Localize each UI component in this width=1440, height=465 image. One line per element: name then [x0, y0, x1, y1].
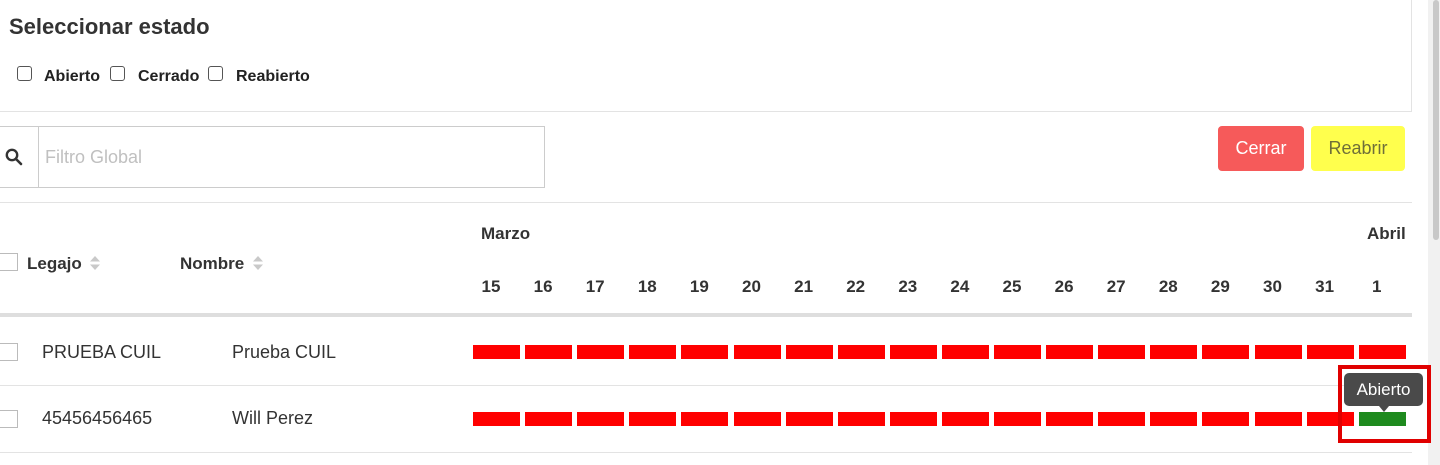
cell-legajo: 45456456465 [42, 408, 153, 428]
sort-nombre-icon[interactable] [252, 255, 264, 271]
status-segment-closed[interactable] [629, 412, 677, 426]
status-segment-closed[interactable] [941, 345, 989, 359]
cell-nombre: Will Perez [232, 408, 314, 428]
status-segment-closed[interactable] [1046, 412, 1094, 426]
day-header: 22 [846, 277, 866, 296]
status-segment-closed[interactable] [785, 345, 833, 359]
day-header: 19 [689, 277, 709, 296]
status-segment-closed[interactable] [1046, 345, 1094, 359]
month-label-marzo: Marzo [481, 224, 531, 243]
status-segment-closed[interactable] [837, 412, 885, 426]
header-bottom-border [0, 313, 1412, 317]
checkbox-label-abierto: Abierto [44, 68, 100, 85]
status-segment-closed[interactable] [525, 345, 573, 359]
status-segment-closed[interactable] [1202, 412, 1250, 426]
status-segment-closed[interactable] [577, 345, 625, 359]
status-title: Seleccionar estado [9, 14, 210, 39]
status-segment-closed[interactable] [629, 345, 677, 359]
status-segment-closed[interactable] [941, 412, 989, 426]
status-segment-closed[interactable] [1150, 345, 1198, 359]
checkbox-cerrado[interactable] [110, 66, 125, 81]
status-tooltip: Abierto [1344, 373, 1423, 406]
status-segment-closed[interactable] [1098, 412, 1146, 426]
status-segment-closed[interactable] [473, 412, 520, 426]
close-button[interactable]: Cerrar [1218, 126, 1304, 171]
status-segment-closed[interactable] [681, 345, 729, 359]
day-header: 31 [1315, 277, 1335, 296]
day-header: 23 [898, 277, 918, 296]
status-segment-closed[interactable] [1306, 345, 1354, 359]
status-segment-closed[interactable] [525, 412, 573, 426]
status-segment-closed[interactable] [1202, 345, 1250, 359]
status-segment-closed[interactable] [994, 345, 1041, 359]
tooltip-arrow [1379, 406, 1389, 412]
day-header: 26 [1054, 277, 1074, 296]
day-header: 1 [1371, 277, 1382, 296]
page: Seleccionar estado Abierto Cerrado Reabi… [0, 0, 1440, 465]
day-header: 21 [794, 277, 814, 296]
day-header: 29 [1210, 277, 1230, 296]
status-segment-closed[interactable] [1098, 345, 1146, 359]
select-all-checkbox[interactable] [0, 253, 18, 271]
day-header: 18 [637, 277, 657, 296]
status-segment-closed[interactable] [889, 345, 937, 359]
row-divider [0, 452, 1412, 453]
day-header: 25 [1002, 277, 1022, 296]
checkbox-label-reabierto: Reabierto [236, 68, 310, 85]
status-segment-closed[interactable] [994, 412, 1041, 426]
status-segment-closed[interactable] [1254, 345, 1302, 359]
checkbox-label-cerrado: Cerrado [138, 68, 200, 85]
day-header: 27 [1106, 277, 1126, 296]
status-segment-closed[interactable] [733, 345, 781, 359]
status-segment-closed[interactable] [577, 412, 625, 426]
day-header: 17 [585, 277, 605, 296]
status-segment-closed[interactable] [733, 412, 781, 426]
day-header: 30 [1263, 277, 1282, 296]
row-checkbox[interactable] [0, 343, 18, 361]
status-segment-closed[interactable] [889, 412, 937, 426]
reopen-button[interactable]: Reabrir [1311, 126, 1405, 171]
checkbox-abierto[interactable] [17, 66, 32, 81]
day-header: 15 [481, 277, 501, 296]
month-label-abril: Abril [1367, 224, 1406, 243]
day-header: 20 [742, 277, 761, 296]
cell-nombre: Prueba CUIL [232, 342, 337, 362]
day-header: 28 [1158, 277, 1178, 296]
column-header-nombre[interactable]: Nombre [180, 254, 244, 274]
status-segment-closed[interactable] [785, 412, 833, 426]
status-segment-closed[interactable] [1150, 412, 1198, 426]
status-segment-closed[interactable] [681, 412, 729, 426]
status-segment-closed[interactable] [1254, 412, 1302, 426]
row-divider [0, 385, 1412, 386]
search-icon [5, 148, 23, 166]
status-segment-closed[interactable] [1358, 345, 1406, 359]
table-top-border [0, 202, 1412, 203]
global-filter-input[interactable] [38, 126, 545, 188]
status-panel: Seleccionar estado Abierto Cerrado Reabi… [0, 0, 1412, 112]
column-header-legajo[interactable]: Legajo [27, 254, 82, 274]
cell-legajo: PRUEBA CUIL [42, 342, 162, 362]
checkbox-reabierto[interactable] [208, 66, 223, 81]
status-segment-closed[interactable] [837, 345, 885, 359]
sort-legajo-icon[interactable] [89, 255, 101, 271]
scrollbar-thumb[interactable] [1433, 0, 1439, 240]
day-header: 16 [533, 277, 553, 296]
status-segment-closed[interactable] [473, 345, 520, 359]
day-header: 24 [950, 277, 970, 296]
row-checkbox[interactable] [0, 410, 18, 428]
